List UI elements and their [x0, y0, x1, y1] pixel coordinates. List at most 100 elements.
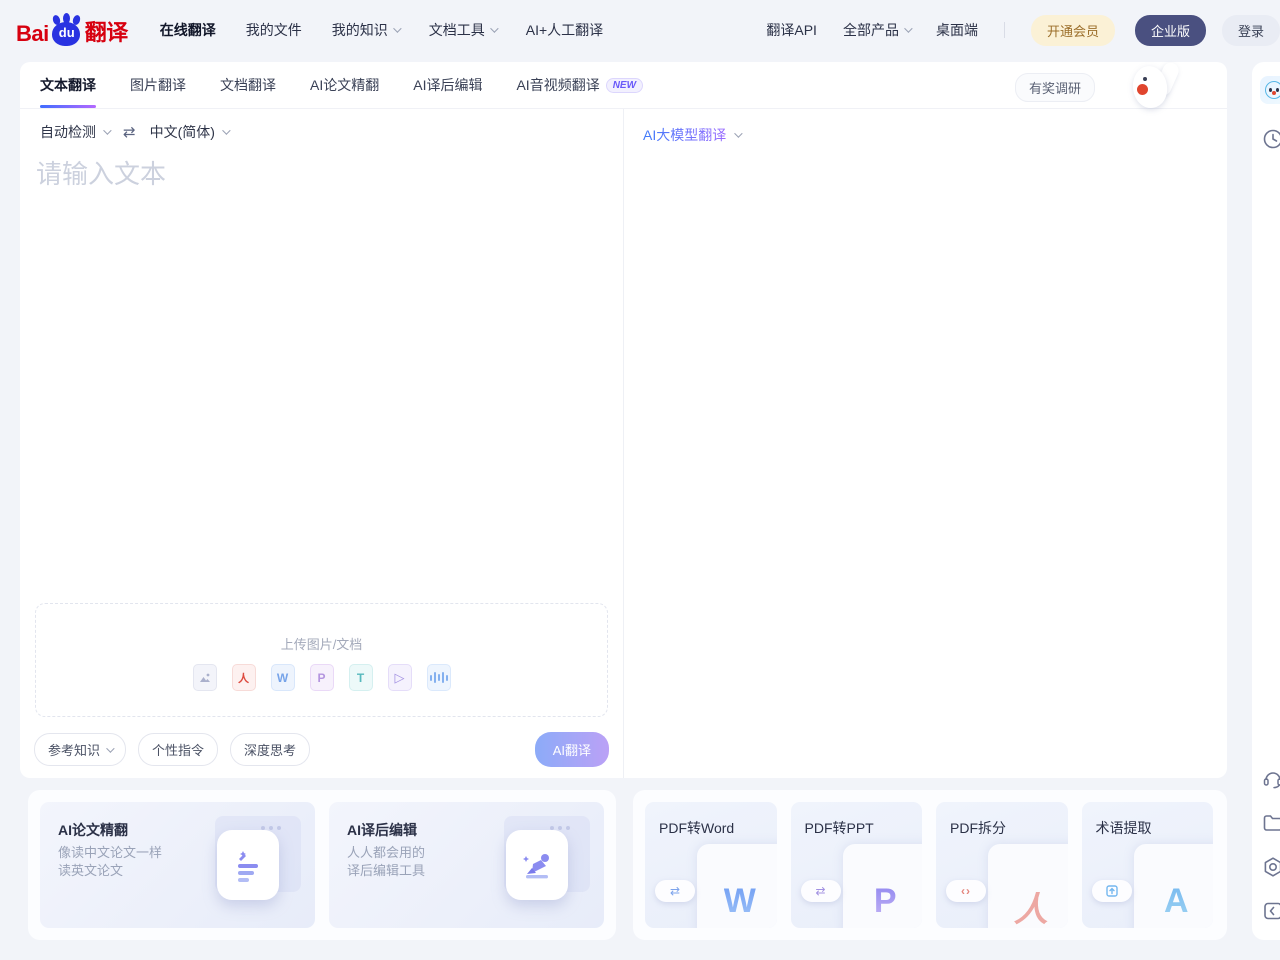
upload-dropzone[interactable]: 上传图片/文档 人 W P T ▷	[35, 603, 608, 717]
deep-think-button[interactable]: 深度思考	[230, 733, 310, 766]
nav-ai-human-translate[interactable]: AI+人工翻译	[526, 20, 603, 40]
login-button[interactable]: 登录	[1222, 15, 1280, 46]
video-file-icon: ▷	[388, 664, 412, 691]
promo-title: PDF拆分	[950, 818, 1006, 838]
image-file-icon	[193, 664, 217, 691]
decorative-page: A	[1134, 844, 1214, 928]
pencil-sparkle-icon	[506, 830, 568, 900]
language-selector-row: 自动检测 ⇄ 中文(简体)	[40, 122, 228, 142]
promo-title: PDF转PPT	[805, 818, 874, 838]
decorative-page: P	[843, 844, 923, 928]
ai-assistant-icon[interactable]	[1260, 76, 1280, 104]
chevron-down-icon	[222, 126, 230, 134]
translator-tabbar: 文本翻译 图片翻译 文档翻译 AI论文精翻 AI译后编辑 AI音视频翻译 NEW…	[20, 62, 1227, 109]
promo-group-left: AI论文精翻 像读中文论文一样 读英文论文 AI译后编辑 人人都会用的	[28, 790, 616, 940]
promo-card-term-extract[interactable]: 术语提取 A	[1082, 802, 1214, 928]
pdf-file-icon: 人	[232, 664, 256, 691]
logo-text-bai: Bai	[16, 21, 49, 47]
convert-icon: ⇄	[801, 880, 841, 902]
chevron-down-icon	[904, 24, 912, 32]
source-language-select[interactable]: 自动检测	[40, 122, 109, 142]
promo-title: PDF转Word	[659, 818, 734, 838]
enterprise-button[interactable]: 企业版	[1135, 15, 1206, 46]
main-nav: 在线翻译 我的文件 我的知识 文档工具 AI+人工翻译	[160, 20, 603, 40]
header-divider	[1004, 22, 1005, 38]
source-text-input[interactable]	[36, 154, 606, 594]
right-sidebar	[1252, 62, 1280, 940]
source-text-area-wrap	[36, 154, 606, 594]
nav-my-files[interactable]: 我的文件	[246, 20, 302, 40]
promo-card-pdf-split[interactable]: PDF拆分 人 ‹›	[936, 802, 1068, 928]
custom-instruction-button[interactable]: 个性指令	[138, 733, 218, 766]
promo-title: 术语提取	[1096, 818, 1152, 838]
split-icon: ‹›	[946, 880, 986, 902]
promo-desc: 人人都会用的 译后编辑工具	[347, 844, 425, 880]
target-language-select[interactable]: 中文(简体)	[150, 122, 228, 142]
tab-ai-paper-translate[interactable]: AI论文精翻	[310, 62, 379, 108]
ai-translate-button[interactable]: AI翻译	[535, 732, 609, 767]
tab-document-translate[interactable]: 文档翻译	[220, 62, 276, 108]
files-folder-icon[interactable]	[1261, 811, 1280, 835]
nav-translate-api[interactable]: 翻译API	[766, 20, 817, 40]
promo-card-ai-post-edit[interactable]: AI译后编辑 人人都会用的 译后编辑工具	[329, 802, 604, 928]
translator-card: 文本翻译 图片翻译 文档翻译 AI论文精翻 AI译后编辑 AI音视频翻译 NEW…	[20, 62, 1227, 778]
promo-card-ai-paper[interactable]: AI论文精翻 像读中文论文一样 读英文论文	[40, 802, 315, 928]
ai-model-select[interactable]: AI大模型翻译	[643, 125, 740, 145]
chevron-down-icon	[734, 129, 742, 137]
nav-doc-tools[interactable]: 文档工具	[429, 20, 496, 40]
logo-text-du: du	[55, 25, 79, 40]
upload-label: 上传图片/文档	[36, 634, 607, 653]
vip-membership-button[interactable]: 开通会员	[1031, 15, 1115, 46]
panel-divider	[623, 109, 624, 778]
promo-title: AI译后编辑	[347, 820, 417, 840]
audio-file-icon	[427, 664, 451, 691]
promo-desc: 像读中文论文一样 读英文论文	[58, 844, 162, 880]
tab-text-translate[interactable]: 文本翻译	[40, 62, 96, 108]
chevron-down-icon	[490, 24, 498, 32]
ppt-file-icon: P	[310, 664, 334, 691]
promo-title: AI论文精翻	[58, 820, 128, 840]
chevron-down-icon	[106, 744, 114, 752]
nav-online-translate[interactable]: 在线翻译	[160, 20, 216, 40]
header-right: 翻译API 全部产品 桌面端 开通会员 企业版 登录	[766, 15, 1280, 46]
doc-sparkle-icon	[217, 830, 279, 900]
logo-text-fanyi: 翻译	[85, 15, 128, 47]
word-letter-icon: W	[724, 882, 756, 921]
promo-card-pdf-to-ppt[interactable]: PDF转PPT P ⇄	[791, 802, 923, 928]
active-tab-underline	[40, 105, 96, 108]
chevron-down-icon	[103, 126, 111, 134]
promo-group-right: PDF转Word W ⇄ PDF转PPT P ⇄ PDF拆分 人 ‹› 术语提取…	[633, 790, 1227, 940]
convert-icon: ⇄	[655, 880, 695, 902]
translate-action-row: 参考知识 个性指令 深度思考 AI翻译	[34, 732, 609, 767]
baidu-translate-logo[interactable]: Bai du 翻译	[16, 13, 128, 47]
collapse-panel-icon[interactable]	[1261, 899, 1280, 923]
tab-ai-audio-video-translate[interactable]: AI音视频翻译 NEW	[516, 62, 643, 108]
txt-file-icon: T	[349, 664, 373, 691]
promo-card-pdf-to-word[interactable]: PDF转Word W ⇄	[645, 802, 777, 928]
tab-image-translate[interactable]: 图片翻译	[130, 62, 186, 108]
customer-service-icon[interactable]	[1261, 767, 1280, 791]
baidu-paw-icon: du	[50, 13, 84, 47]
reference-knowledge-button[interactable]: 参考知识	[34, 733, 126, 766]
chevron-down-icon	[393, 24, 401, 32]
baidu-translate-page: Bai du 翻译 在线翻译 我的文件 我的知识 文档工具 AI+人工翻译 翻译…	[0, 0, 1280, 960]
file-type-chips: 人 W P T ▷	[36, 664, 607, 691]
ppt-letter-icon: P	[874, 882, 897, 921]
settings-icon[interactable]	[1261, 855, 1280, 879]
term-letter-icon: A	[1164, 882, 1189, 921]
top-header: Bai du 翻译 在线翻译 我的文件 我的知识 文档工具 AI+人工翻译 翻译…	[0, 0, 1280, 60]
decorative-page: W	[697, 844, 777, 928]
nav-my-knowledge[interactable]: 我的知识	[332, 20, 399, 40]
new-badge: NEW	[606, 78, 643, 93]
nav-desktop-app[interactable]: 桌面端	[936, 20, 978, 40]
survey-button[interactable]: 有奖调研	[1015, 73, 1095, 102]
nav-all-products[interactable]: 全部产品	[843, 20, 910, 40]
tab-ai-post-edit[interactable]: AI译后编辑	[413, 62, 482, 108]
swap-languages-button[interactable]: ⇄	[123, 125, 136, 140]
decorative-page: 人	[988, 844, 1068, 928]
history-icon[interactable]	[1261, 127, 1280, 151]
word-file-icon: W	[271, 664, 295, 691]
pdf-logo-icon: 人	[1014, 882, 1048, 928]
extract-icon	[1092, 880, 1132, 902]
mascot-character	[1119, 64, 1185, 109]
